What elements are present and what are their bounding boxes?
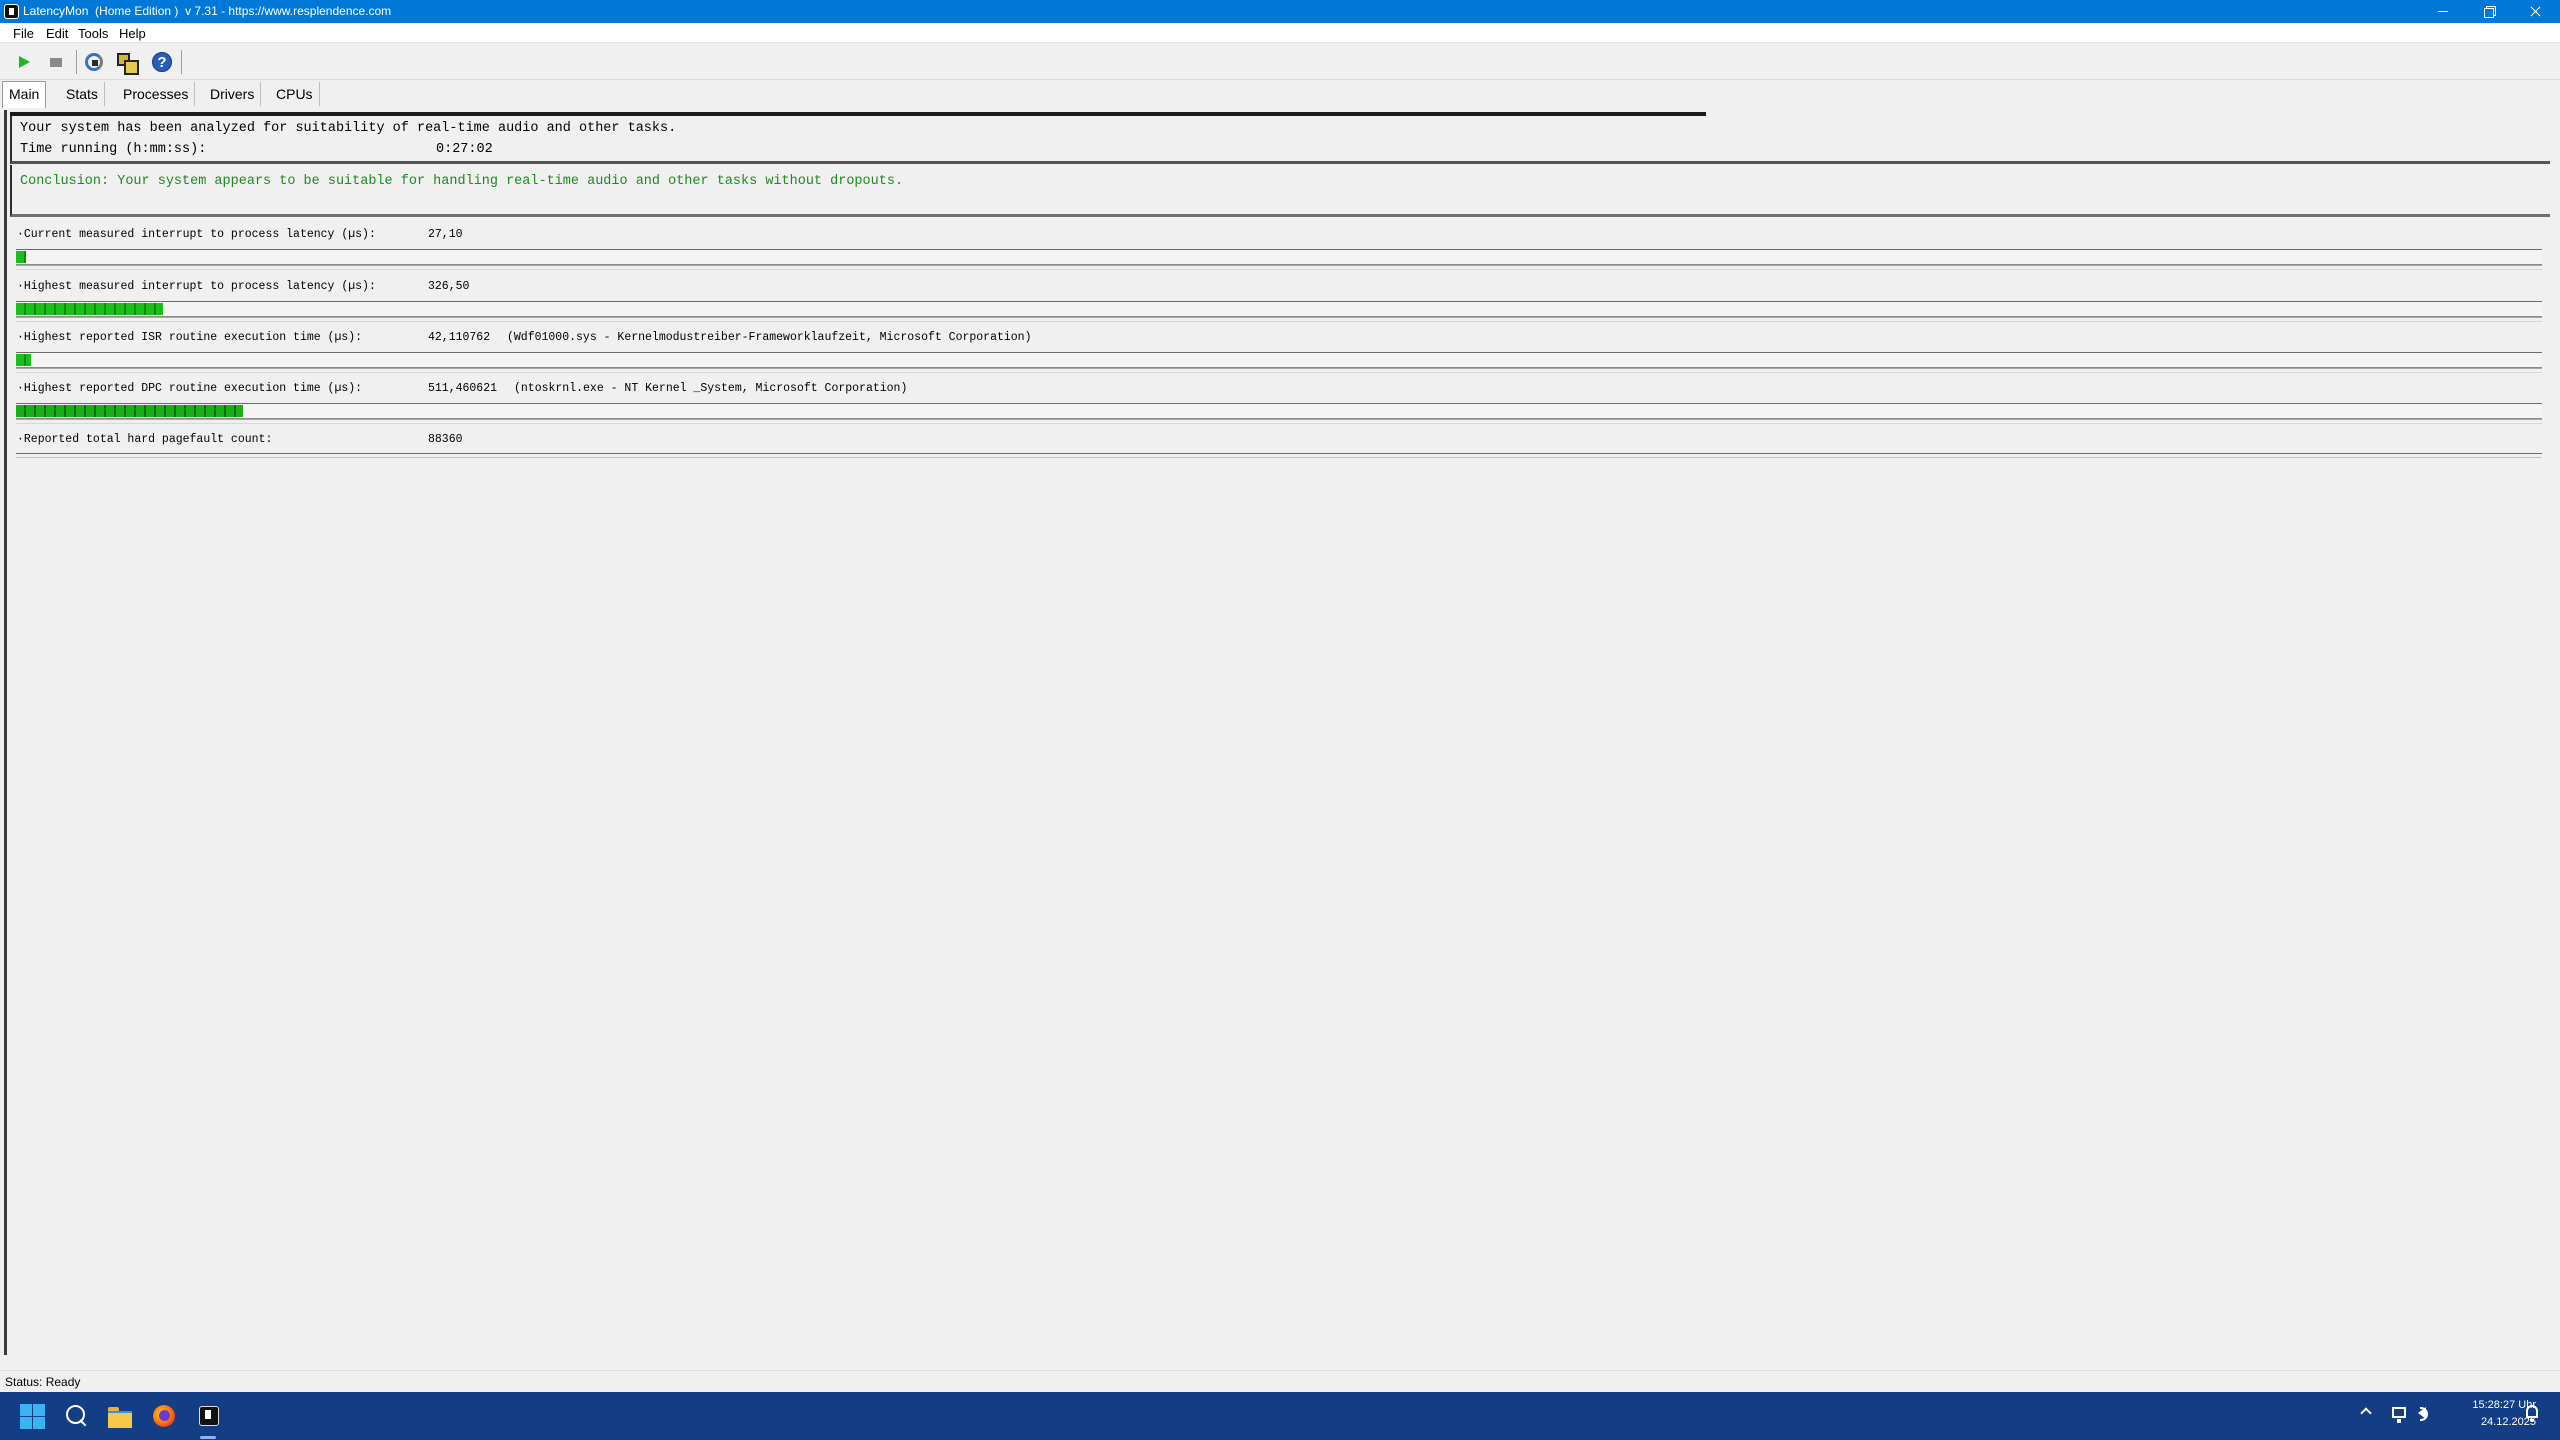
latencymon-app-icon[interactable]	[4, 4, 19, 19]
dpc-driver-detail: (ntoskrnl.exe - NT Kernel _System, Micro…	[514, 382, 908, 395]
windows-start-icon[interactable]	[16, 1400, 48, 1432]
time-running-label: Time running (h:mm:ss):	[20, 142, 207, 157]
taskbar: 15:28:27 Uhr 24.12.2025	[0, 1392, 2560, 1440]
clock-time[interactable]: 15:28:27 Uhr	[2440, 1399, 2536, 1411]
close-button[interactable]	[2512, 0, 2558, 23]
start-monitor-button[interactable]	[12, 50, 36, 74]
isr-driver-detail: (Wdf01000.sys - Kernelmodustreiber-Frame…	[507, 331, 1032, 344]
window-title: LatencyMon (Home Edition ) v 7.31 - http…	[23, 4, 392, 18]
isr-time-meter	[16, 352, 2542, 373]
file-explorer-icon[interactable]	[104, 1400, 136, 1432]
conclusion-panel: Conclusion: Your system appears to be su…	[10, 165, 2550, 217]
search-icon[interactable]	[60, 1400, 92, 1432]
isr-time-label: ·Highest reported ISR routine execution …	[17, 331, 363, 344]
current-latency-meter	[16, 249, 2542, 270]
toolbar-separator	[181, 50, 182, 74]
dpc-time-label: ·Highest reported DPC routine execution …	[17, 382, 363, 395]
tab-main[interactable]: Main	[2, 81, 47, 108]
pagefault-separator	[16, 453, 2542, 458]
notification-icon[interactable]	[2526, 1405, 2538, 1422]
meter-fill	[16, 405, 243, 417]
summary-text: Your system has been analyzed for suitab…	[20, 121, 677, 136]
refresh-button[interactable]	[82, 50, 106, 74]
chevron-up-icon[interactable]	[2360, 1407, 2372, 1419]
menu-tools[interactable]: Tools	[78, 26, 108, 41]
tab-cpus[interactable]: CPUs	[270, 82, 320, 106]
windows-button[interactable]	[114, 50, 139, 75]
help-button[interactable]: ?	[150, 50, 174, 74]
windows-icon	[117, 53, 139, 75]
summary-panel: Your system has been analyzed for suitab…	[10, 116, 2550, 164]
highest-latency-value: 326,50	[428, 280, 470, 293]
menu-file[interactable]: File	[13, 26, 34, 41]
tab-processes[interactable]: Processes	[117, 82, 196, 106]
status-text: Status: Ready	[5, 1375, 81, 1389]
highest-latency-label: ·Highest measured interrupt to process l…	[17, 280, 376, 293]
menu-edit[interactable]: Edit	[46, 26, 68, 41]
isr-time-value: 42,110762	[428, 331, 491, 344]
current-latency-value: 27,10	[428, 228, 463, 241]
meter-fill	[16, 354, 31, 366]
stop-monitor-button[interactable]	[44, 50, 68, 74]
dpc-time-value: 511,460621	[428, 382, 498, 395]
menu-help[interactable]: Help	[119, 26, 146, 41]
refresh-icon	[85, 53, 103, 71]
tab-bar: Main Stats Processes Drivers CPUs	[0, 81, 2560, 108]
stop-icon	[50, 58, 62, 67]
current-latency-label: ·Current measured interrupt to process l…	[17, 228, 376, 241]
latencymon-taskbar-icon[interactable]	[192, 1400, 224, 1432]
conclusion-text: Conclusion: Your system appears to be su…	[20, 174, 904, 189]
clock-date[interactable]: 24.12.2025	[2440, 1416, 2536, 1428]
active-app-indicator	[200, 1436, 216, 1439]
main-panel	[4, 110, 2552, 1355]
dpc-time-meter	[16, 403, 2542, 424]
time-running-value: 0:27:02	[436, 142, 493, 157]
menu-bar: File Edit Tools Help	[0, 23, 2560, 43]
toolbar: ?	[0, 44, 2560, 80]
tab-stats[interactable]: Stats	[60, 82, 105, 106]
network-icon[interactable]	[2392, 1407, 2406, 1423]
volume-icon[interactable]	[2418, 1407, 2428, 1421]
highest-latency-meter	[16, 301, 2542, 322]
pagefault-count-label: ·Reported total hard pagefault count:	[17, 433, 273, 446]
minimize-button[interactable]	[2420, 0, 2466, 23]
play-icon	[19, 56, 30, 68]
restore-button[interactable]	[2466, 0, 2512, 23]
meter-fill	[16, 251, 26, 263]
firefox-icon[interactable]	[148, 1400, 180, 1432]
help-icon: ?	[152, 52, 172, 72]
status-bar: Status: Ready	[0, 1370, 2560, 1391]
pagefault-count-value: 88360	[428, 433, 463, 446]
meter-fill	[16, 303, 163, 315]
toolbar-separator	[76, 50, 77, 74]
title-bar[interactable]: LatencyMon (Home Edition ) v 7.31 - http…	[0, 0, 2560, 23]
tab-drivers[interactable]: Drivers	[204, 82, 262, 106]
